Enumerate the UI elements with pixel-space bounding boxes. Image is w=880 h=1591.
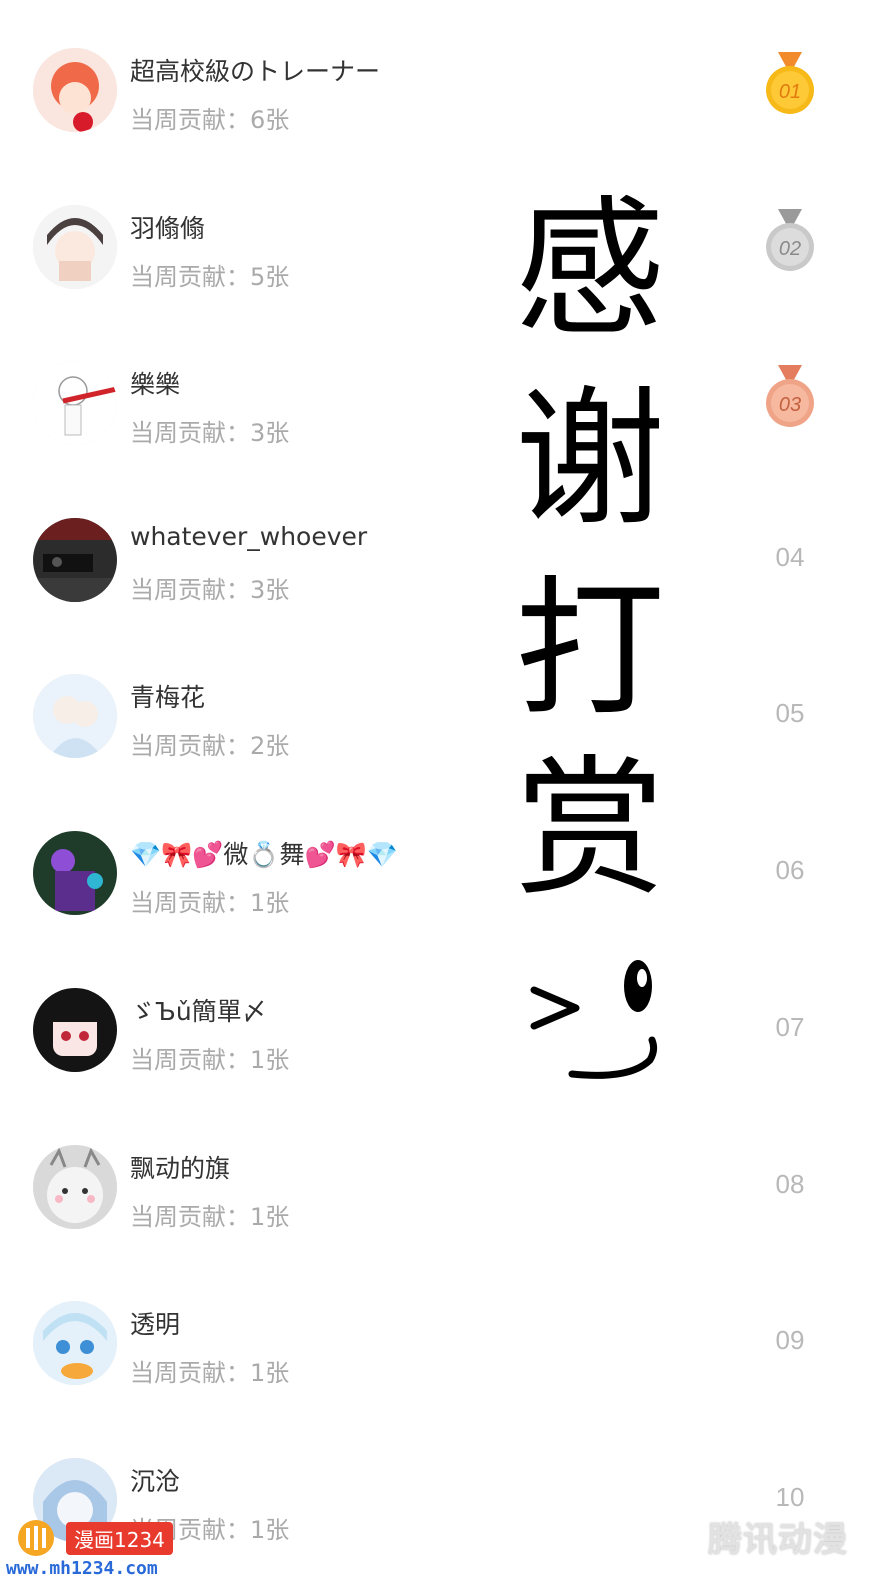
- site-logo[interactable]: 漫画1234 www.mh1234.com: [0, 1512, 210, 1591]
- avatar[interactable]: [33, 674, 117, 758]
- avatar[interactable]: [33, 1301, 117, 1385]
- avatar[interactable]: [33, 48, 117, 132]
- rank-number: 04: [775, 542, 805, 572]
- ranking-row-1[interactable]: 超高校級のトレーナー 当周贡献：6张 01: [0, 0, 880, 156]
- medal-rank: 01: [779, 81, 801, 103]
- user-name[interactable]: ゞЪǔ簡單〆: [130, 992, 267, 1028]
- weekly-contribution: 当周贡献：3张: [130, 419, 290, 447]
- thanks-char: 谢: [514, 373, 665, 547]
- weekly-contribution: 当周贡献：1张: [130, 889, 290, 917]
- weekly-contribution: 当周贡献：1张: [130, 1046, 290, 1074]
- avatar[interactable]: [33, 988, 117, 1072]
- watermark: 腾讯动漫: [708, 1520, 848, 1560]
- user-name[interactable]: 青梅花: [130, 678, 205, 714]
- wink-face-drawing: [520, 950, 670, 1090]
- user-name[interactable]: 飘动的旗: [130, 1149, 230, 1185]
- rank-number: 06: [775, 855, 805, 885]
- thanks-char: 打: [514, 563, 665, 737]
- avatar[interactable]: [33, 361, 117, 445]
- ranking-row-9[interactable]: 透明 当周贡献：1张 09: [0, 1253, 880, 1409]
- weekly-contribution: 当周贡献：1张: [130, 1203, 290, 1231]
- ranking-row-8[interactable]: 飘动的旗 当周贡献：1张 08: [0, 1097, 880, 1253]
- ranking-row-6[interactable]: 💎🎀💕微💍舞💕🎀💎 当周贡献：1张 06: [0, 783, 880, 939]
- logo-label: 漫画1234: [66, 1522, 173, 1555]
- user-name[interactable]: 💎🎀💕微💍舞💕🎀💎: [130, 835, 398, 871]
- thanks-char: 赏: [514, 743, 665, 917]
- weekly-contribution: 当周贡献：6张: [130, 106, 290, 134]
- gold-medal-icon: 01: [760, 52, 820, 122]
- user-name[interactable]: 透明: [130, 1305, 180, 1341]
- ranking-row-4[interactable]: whatever_whoever 当周贡献：3张 04: [0, 470, 880, 626]
- weekly-contribution: 当周贡献：3张: [130, 576, 290, 604]
- ranking-row-3[interactable]: 樂樂 当周贡献：3张 03: [0, 313, 880, 469]
- ranking-row-5[interactable]: 青梅花 当周贡献：2张 05: [0, 626, 880, 782]
- rank-number: 09: [775, 1325, 805, 1355]
- weekly-contribution: 当周贡献：1张: [130, 1359, 290, 1387]
- user-name[interactable]: 超高校級のトレーナー: [130, 52, 380, 88]
- medal-rank: 03: [779, 394, 801, 416]
- logo-url[interactable]: www.mh1234.com: [6, 1558, 158, 1579]
- medal-rank: 02: [779, 238, 801, 260]
- avatar[interactable]: [33, 831, 117, 915]
- ranking-row-2[interactable]: 羽翛翛 当周贡献：5张 02: [0, 157, 880, 313]
- user-name[interactable]: 樂樂: [130, 365, 180, 401]
- weekly-contribution: 当周贡献：2张: [130, 732, 290, 760]
- avatar[interactable]: [33, 1145, 117, 1229]
- logo-mark-icon: [14, 1518, 58, 1558]
- bronze-medal-icon: 03: [760, 365, 820, 435]
- weekly-contribution: 当周贡献：5张: [130, 263, 290, 291]
- rank-number: 07: [775, 1012, 805, 1042]
- rank-number: 05: [775, 698, 805, 728]
- user-name[interactable]: 沉沧: [130, 1462, 180, 1498]
- contribution-ranking-list: 超高校級のトレーナー 当周贡献：6张 01 羽翛翛 当周贡献：5张 02 樂樂 …: [0, 0, 880, 1591]
- user-name[interactable]: whatever_whoever: [130, 522, 367, 551]
- ranking-row-7[interactable]: ゞЪǔ簡單〆 当周贡献：1张 07: [0, 940, 880, 1096]
- avatar[interactable]: [33, 518, 117, 602]
- silver-medal-icon: 02: [760, 209, 820, 279]
- rank-number: 08: [775, 1169, 805, 1199]
- thanks-char: 感: [514, 183, 665, 357]
- user-name[interactable]: 羽翛翛: [130, 209, 205, 245]
- avatar[interactable]: [33, 205, 117, 289]
- rank-number: 10: [775, 1482, 805, 1512]
